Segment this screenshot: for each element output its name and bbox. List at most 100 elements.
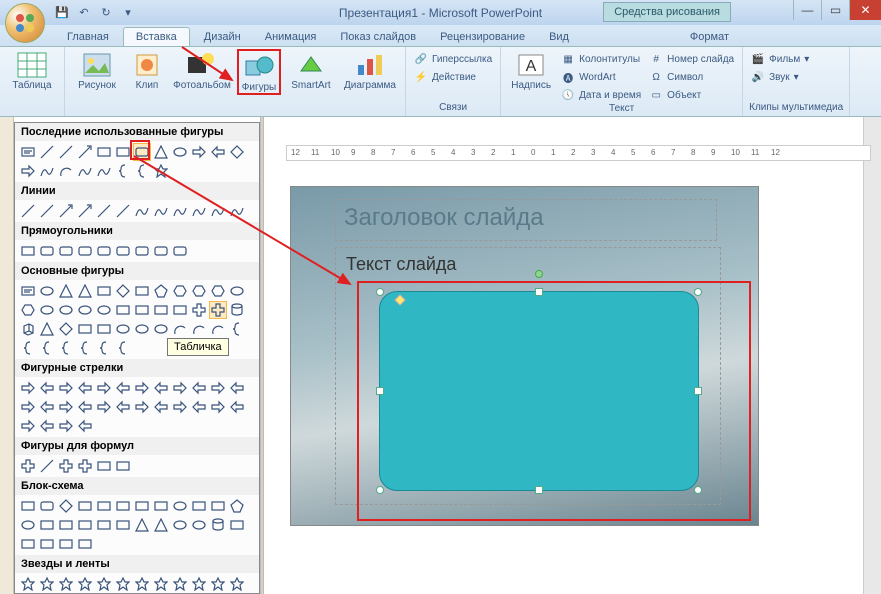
shape-option[interactable] — [114, 242, 132, 260]
shape-option[interactable] — [19, 143, 37, 161]
shape-option[interactable] — [171, 516, 189, 534]
shape-option[interactable] — [76, 417, 94, 435]
shape-option[interactable] — [76, 379, 94, 397]
shape-option[interactable] — [95, 282, 113, 300]
shape-option[interactable] — [76, 301, 94, 319]
shape-option[interactable] — [95, 575, 113, 593]
shape-option[interactable] — [38, 320, 56, 338]
tab-slideshow[interactable]: Показ слайдов — [328, 28, 428, 46]
shape-option[interactable] — [95, 202, 113, 220]
shape-option[interactable] — [114, 575, 132, 593]
shape-option[interactable] — [133, 398, 151, 416]
shape-option[interactable] — [171, 575, 189, 593]
object-button[interactable]: ▭Объект — [647, 87, 736, 103]
shape-option[interactable] — [190, 497, 208, 515]
shape-option[interactable] — [57, 202, 75, 220]
minimize-button[interactable]: — — [793, 0, 821, 20]
shape-option[interactable] — [38, 516, 56, 534]
slide-canvas[interactable]: Заголовок слайда Текст слайда — [290, 186, 759, 526]
shape-option[interactable] — [38, 143, 56, 161]
shape-option[interactable] — [19, 282, 37, 300]
shape-option[interactable] — [190, 143, 208, 161]
shape-option[interactable] — [190, 301, 208, 319]
shape-option[interactable] — [76, 457, 94, 475]
shape-option[interactable] — [152, 301, 170, 319]
shape-option[interactable] — [133, 516, 151, 534]
shape-option[interactable] — [57, 575, 75, 593]
shape-option[interactable] — [57, 339, 75, 357]
shape-option[interactable] — [228, 320, 246, 338]
shape-option[interactable] — [19, 202, 37, 220]
shape-option[interactable] — [228, 575, 246, 593]
sound-button[interactable]: 🔊Звук▾ — [749, 69, 811, 85]
shape-option[interactable] — [133, 162, 151, 180]
shape-option[interactable] — [190, 398, 208, 416]
table-button[interactable]: Таблица — [6, 49, 58, 91]
shapes-button[interactable]: Фигуры — [237, 49, 281, 95]
shape-option[interactable] — [95, 320, 113, 338]
datetime-button[interactable]: 🕔Дата и время — [559, 87, 643, 103]
shape-option[interactable] — [114, 398, 132, 416]
title-placeholder[interactable]: Заголовок слайда — [335, 199, 717, 241]
shape-option[interactable] — [152, 516, 170, 534]
shape-option[interactable] — [171, 497, 189, 515]
shape-option[interactable] — [114, 282, 132, 300]
shape-option[interactable] — [76, 143, 94, 161]
shape-option[interactable] — [152, 143, 170, 161]
shape-option[interactable] — [209, 143, 227, 161]
close-button[interactable]: ✕ — [849, 0, 881, 20]
shape-option[interactable] — [95, 162, 113, 180]
shape-option[interactable] — [38, 339, 56, 357]
symbol-button[interactable]: ΩСимвол — [647, 69, 736, 85]
shape-option[interactable] — [76, 162, 94, 180]
shapes-gallery[interactable]: Последние использованные фигуры Линии Пр… — [14, 122, 260, 594]
shape-option[interactable] — [152, 282, 170, 300]
shape-option[interactable] — [19, 535, 37, 553]
shape-option[interactable] — [38, 202, 56, 220]
clipart-button[interactable]: Клип — [127, 49, 167, 91]
shape-option[interactable] — [19, 497, 37, 515]
shape-option[interactable] — [76, 535, 94, 553]
shape-option[interactable] — [95, 242, 113, 260]
shape-option[interactable] — [171, 143, 189, 161]
tab-home[interactable]: Главная — [55, 28, 121, 46]
maximize-button[interactable]: ▭ — [821, 0, 849, 20]
shape-option[interactable] — [114, 320, 132, 338]
shape-option[interactable] — [171, 202, 189, 220]
shape-option[interactable] — [76, 202, 94, 220]
tab-animation[interactable]: Анимация — [253, 28, 329, 46]
shape-option[interactable] — [228, 398, 246, 416]
shape-option[interactable] — [228, 202, 246, 220]
shape-option[interactable] — [152, 575, 170, 593]
shape-option[interactable] — [19, 516, 37, 534]
shape-option[interactable] — [209, 497, 227, 515]
undo-icon[interactable]: ↶ — [77, 6, 91, 20]
shape-option[interactable] — [133, 575, 151, 593]
rotation-handle[interactable] — [535, 270, 543, 278]
shape-option[interactable] — [76, 575, 94, 593]
shape-option[interactable] — [38, 497, 56, 515]
office-button[interactable] — [5, 3, 45, 43]
smartart-button[interactable]: SmartArt — [285, 49, 337, 91]
shape-option[interactable] — [152, 162, 170, 180]
shape-option[interactable] — [209, 398, 227, 416]
shape-option[interactable] — [95, 143, 113, 161]
shape-option[interactable] — [19, 162, 37, 180]
shape-option[interactable] — [114, 202, 132, 220]
shape-option[interactable] — [133, 301, 151, 319]
shape-option[interactable] — [19, 398, 37, 416]
tab-view[interactable]: Вид — [537, 28, 581, 46]
shape-option[interactable] — [209, 202, 227, 220]
shape-option[interactable] — [171, 398, 189, 416]
shape-option[interactable] — [171, 282, 189, 300]
shape-option[interactable] — [76, 282, 94, 300]
shape-option[interactable] — [57, 282, 75, 300]
redo-icon[interactable]: ↻ — [99, 6, 113, 20]
tab-format[interactable]: Формат — [678, 28, 741, 46]
shape-option[interactable] — [19, 339, 37, 357]
slidenumber-button[interactable]: #Номер слайда — [647, 51, 736, 67]
shape-option[interactable] — [228, 516, 246, 534]
shape-option[interactable] — [57, 398, 75, 416]
shape-option[interactable] — [76, 339, 94, 357]
tab-review[interactable]: Рецензирование — [428, 28, 537, 46]
